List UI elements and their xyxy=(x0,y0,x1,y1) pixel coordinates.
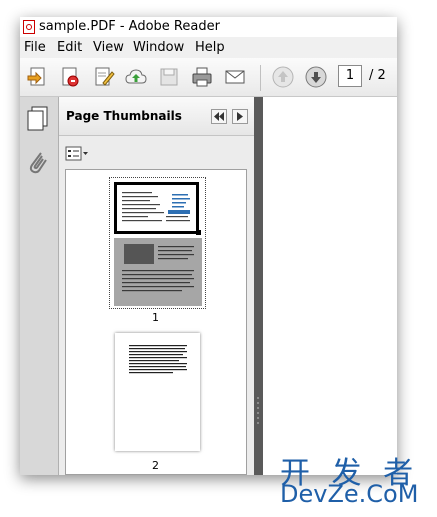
splitter-grip-icon xyxy=(257,397,259,424)
thumbnail-options-button[interactable] xyxy=(65,146,89,162)
panel-splitter[interactable] xyxy=(254,97,263,475)
page-1-preview xyxy=(114,182,202,306)
watermark-site: DevZe.CoM xyxy=(280,480,419,508)
open-icon[interactable] xyxy=(25,65,49,89)
pdf-app-icon xyxy=(23,20,35,34)
menu-edit[interactable]: Edit xyxy=(57,40,82,55)
reader-window: sample.PDF - Adobe Reader File Edit View… xyxy=(20,17,397,475)
page-thumbnails-icon[interactable] xyxy=(25,105,51,133)
window-title: sample.PDF - Adobe Reader xyxy=(39,19,220,34)
edit-document-icon[interactable] xyxy=(91,65,115,89)
options-menu-icon xyxy=(65,146,88,161)
collapse-panel-button[interactable] xyxy=(211,109,227,124)
attachments-paperclip-icon[interactable] xyxy=(26,149,50,177)
thumbnail-page-2[interactable] xyxy=(115,333,200,451)
page-total: / 2 xyxy=(369,68,386,83)
menu-bar: File Edit View Window Help xyxy=(20,37,397,58)
toolbar-separator xyxy=(260,65,261,91)
thumbnail-label-1: 1 xyxy=(152,311,159,324)
thumbnail-label-2: 2 xyxy=(152,459,159,472)
panel-title: Page Thumbnails xyxy=(66,109,182,123)
toolbar: 1 / 2 xyxy=(20,58,397,97)
menu-window[interactable]: Window xyxy=(133,40,184,55)
upload-cloud-icon[interactable] xyxy=(124,65,148,89)
thumbnail-page-1[interactable] xyxy=(109,177,206,309)
title-bar: sample.PDF - Adobe Reader xyxy=(20,17,397,37)
double-left-arrow-icon xyxy=(214,112,224,121)
right-arrow-icon xyxy=(237,112,243,121)
email-icon[interactable] xyxy=(223,65,247,89)
document-view[interactable] xyxy=(263,97,397,475)
page-number-input[interactable]: 1 xyxy=(338,65,362,87)
previous-page-icon[interactable] xyxy=(271,65,295,89)
menu-help[interactable]: Help xyxy=(195,40,225,55)
navigation-icon-strip xyxy=(20,97,59,475)
thumbnails-list: 1 2 xyxy=(65,169,247,475)
menu-view[interactable]: View xyxy=(93,40,124,55)
page-2-preview xyxy=(129,345,187,374)
expand-panel-button[interactable] xyxy=(232,109,248,124)
menu-file[interactable]: File xyxy=(24,40,46,55)
next-page-icon[interactable] xyxy=(304,65,328,89)
thumbnails-panel: Page Thumbnails 1 2 xyxy=(59,97,254,475)
print-icon[interactable] xyxy=(190,65,214,89)
save-icon[interactable] xyxy=(157,65,181,89)
panel-header: Page Thumbnails xyxy=(59,97,254,136)
create-pdf-icon[interactable] xyxy=(58,65,82,89)
